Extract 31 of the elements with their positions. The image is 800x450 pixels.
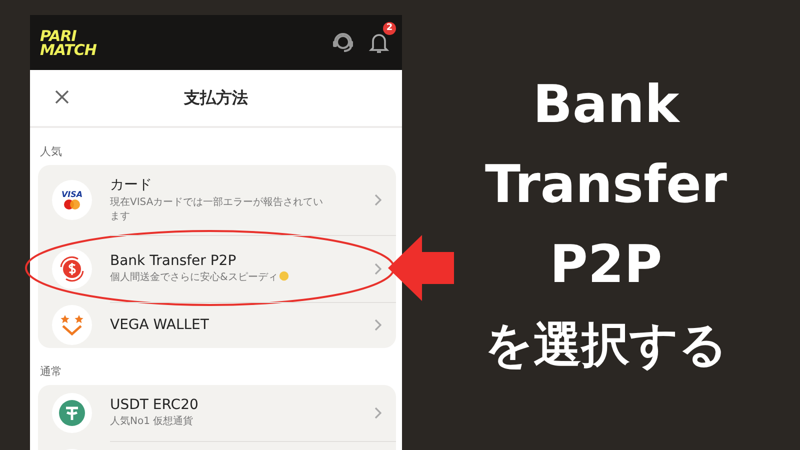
section-label: 人気 <box>39 144 63 160</box>
payment-method-row[interactable]: USDT ERC20 人気No1 仮想通貨 <box>38 385 396 441</box>
close-icon[interactable] <box>54 89 70 105</box>
chevron-icon <box>374 194 382 206</box>
dollar-exchange-icon <box>58 254 86 282</box>
chevron-icon <box>374 262 382 274</box>
method-description: 個人間送金でさらに安心&スピーディ <box>110 270 325 284</box>
method-description: 人気No1 仮想通貨 <box>110 415 194 429</box>
logo-text: MATCH <box>40 42 96 56</box>
payment-method-row[interactable]: VISA カード 現在VISAカードでは一部エラーが報告されています <box>38 165 396 235</box>
method-name: USDT ERC20 <box>110 397 200 413</box>
section-label: 通常 <box>39 364 63 380</box>
chevron-icon <box>374 319 382 331</box>
caption-text: P2P <box>550 234 662 297</box>
dialog-title: 支払方法 <box>184 88 248 108</box>
card-logo-icon: VISA <box>52 180 92 220</box>
pointer-arrow <box>388 233 454 303</box>
caption-text: を選択する <box>484 316 728 375</box>
chevron-icon <box>374 407 382 419</box>
method-name: Bank Transfer P2P <box>110 252 238 268</box>
stars-check-icon <box>59 314 85 336</box>
tether-icon <box>59 400 85 426</box>
method-description: 現在VISAカードでは一部エラーが報告されています <box>110 196 324 224</box>
method-name: カード <box>110 176 153 194</box>
caption-text: Transfer <box>485 154 727 217</box>
emoji-icon <box>278 270 289 280</box>
caption-text: Bank <box>532 74 680 137</box>
notification-badge: 2 <box>383 22 396 34</box>
payment-method-row[interactable]: VEGA WALLET <box>38 302 396 348</box>
method-name: VEGA WALLET <box>110 317 210 333</box>
logo-text: PARI <box>40 28 76 42</box>
